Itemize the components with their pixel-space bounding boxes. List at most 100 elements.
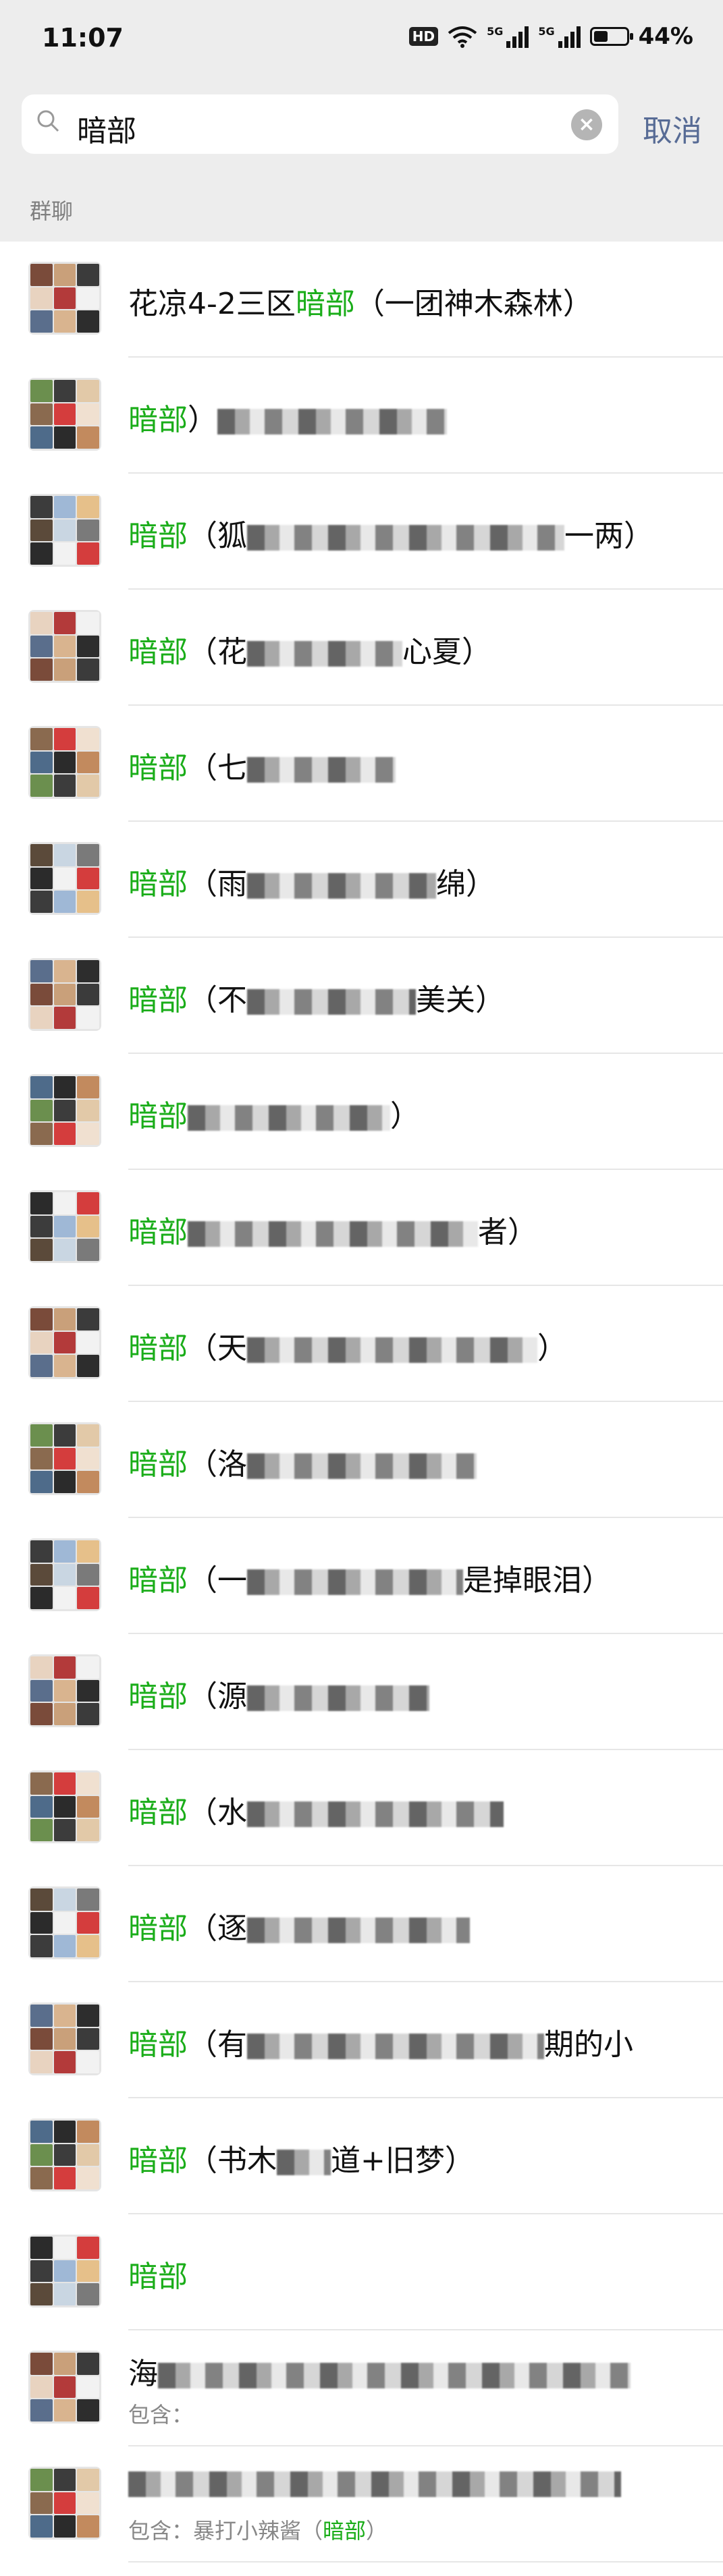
redacted-text: [247, 2034, 544, 2059]
status-bar: 11:07 HD 5G 5G 44%: [0, 0, 723, 80]
name-text: 期的小: [544, 2027, 633, 2062]
group-chat-row[interactable]: 暗部（不 美关）: [0, 938, 723, 1054]
group-name: 暗部（源: [128, 1672, 429, 1715]
name-text: （一: [188, 1563, 247, 1598]
match-highlight: 暗部: [128, 2144, 188, 2178]
match-highlight: 暗部: [128, 867, 188, 901]
name-text: 一两）: [564, 519, 653, 553]
section-label: 群聊: [30, 198, 74, 224]
member-match-text: 包含：: [128, 2402, 194, 2428]
name-text: （不: [188, 983, 247, 1017]
group-avatar: [28, 726, 101, 799]
match-highlight: 暗部: [295, 287, 355, 321]
name-text: （逐: [188, 1911, 247, 1946]
match-highlight: 暗部: [128, 1099, 188, 1133]
name-text: （花: [188, 635, 247, 669]
group-name: 暗部（不 美关）: [128, 976, 505, 1019]
name-text: 心夏）: [402, 635, 491, 669]
hd-voice-icon: HD: [408, 27, 439, 46]
battery-icon: [589, 27, 633, 46]
search-icon: [37, 110, 59, 132]
group-avatar: [28, 1190, 101, 1263]
name-text: 是掉眼泪）: [463, 1563, 612, 1598]
redacted-text: [247, 525, 564, 551]
match-highlight: 暗部: [128, 1331, 188, 1366]
redacted-text: [158, 2363, 631, 2388]
match-highlight: 暗部: [128, 1795, 188, 1830]
match-highlight: 暗部: [128, 2260, 188, 2294]
group-avatar: [28, 494, 101, 567]
group-chat-row[interactable]: 暗部（天 ）: [0, 1286, 723, 1402]
match-highlight: 暗部: [128, 519, 188, 553]
group-avatar: [28, 1306, 101, 1379]
search-query: 暗部: [77, 114, 136, 148]
search-results-list: 花凉4-2三区暗部（一团神木森林） 暗部） 暗部（狐 一两） 暗部（花 心夏） 暗部（七 暗部…: [0, 242, 723, 2563]
group-name: [128, 2465, 621, 2500]
group-avatar: [28, 1538, 101, 1611]
cancel-button[interactable]: 取消: [643, 107, 702, 150]
name-text: 海: [128, 2357, 158, 2391]
redacted-text: [247, 1685, 429, 1711]
group-name: 暗部（花 心夏）: [128, 627, 491, 671]
group-chat-row[interactable]: 暗部（水: [0, 1750, 723, 1866]
match-highlight: 暗部: [128, 1447, 188, 1482]
search-input[interactable]: 暗部 ×: [22, 94, 618, 154]
group-name: 暗部（逐: [128, 1904, 470, 1947]
group-chat-row[interactable]: 暗部（书木 道+旧梦）: [0, 2098, 723, 2214]
name-text: ）: [537, 1331, 567, 1366]
group-chat-row[interactable]: 暗部（花 心夏）: [0, 590, 723, 706]
wifi-icon: [448, 26, 477, 48]
battery-percent: 44%: [638, 23, 693, 50]
clock: 11:07: [42, 23, 124, 53]
name-text: （狐: [188, 519, 247, 553]
group-avatar: [28, 262, 101, 335]
group-chat-row[interactable]: 暗部（七: [0, 706, 723, 822]
group-chat-row[interactable]: 暗部（有 期的小: [0, 1982, 723, 2098]
group-name: 海: [128, 2349, 631, 2392]
name-text: 美关）: [416, 983, 505, 1017]
name-text: （一团神木森林）: [354, 287, 593, 321]
group-chat-row[interactable]: 暗部（洛: [0, 1402, 723, 1518]
clear-search-icon[interactable]: ×: [571, 109, 602, 140]
group-chat-row[interactable]: 花凉4-2三区暗部（一团神木森林）: [0, 242, 723, 358]
member-match-text: 包含：暴打小辣酱（暗部）: [128, 2518, 388, 2544]
group-name: 暗部（天 ）: [128, 1324, 567, 1367]
group-avatar: [28, 610, 101, 683]
redacted-text: [247, 1337, 537, 1363]
redacted-text: [188, 1105, 390, 1131]
redacted-text: [277, 2150, 331, 2175]
row-divider: [128, 2561, 723, 2563]
group-chat-row[interactable]: 海包含：: [0, 2330, 723, 2446]
group-chat-row[interactable]: 暗部（雨 绵）: [0, 822, 723, 938]
group-avatar: [28, 1886, 101, 1959]
cellular-signal-2-icon: 5G: [538, 25, 581, 48]
group-chat-row[interactable]: 暗部（源: [0, 1634, 723, 1750]
match-highlight: 暗部: [128, 403, 188, 437]
match-highlight: 暗部: [128, 1215, 188, 1250]
group-name: 暗部（七: [128, 744, 396, 787]
name-text: （七: [188, 751, 247, 785]
name-text: （书木: [188, 2144, 277, 2178]
redacted-text: [128, 2471, 621, 2497]
group-chat-row[interactable]: 暗部（逐: [0, 1866, 723, 1982]
match-highlight: 暗部: [128, 2027, 188, 2062]
group-chat-row[interactable]: 暗部: [0, 2214, 723, 2330]
name-text: （源: [188, 1679, 247, 1714]
group-chat-row[interactable]: 暗部）: [0, 358, 723, 474]
section-header-group-chats: 群聊: [0, 167, 723, 242]
redacted-text: [188, 1221, 478, 1247]
name-text: 花凉4-2三区: [128, 287, 296, 321]
search-bar: 暗部 × 取消: [0, 80, 723, 167]
group-chat-row[interactable]: 暗部（狐 一两）: [0, 474, 723, 590]
redacted-text: [247, 989, 416, 1015]
redacted-text: [247, 757, 396, 783]
group-avatar: [28, 1074, 101, 1147]
group-chat-row[interactable]: 暗部 者）: [0, 1170, 723, 1286]
redacted-text: [247, 641, 402, 667]
group-chat-row[interactable]: 包含：暴打小辣酱（暗部）: [0, 2446, 723, 2563]
group-avatar: [28, 2119, 101, 2191]
group-name: 暗部（狐 一两）: [128, 511, 653, 555]
group-chat-row[interactable]: 暗部（一 是掉眼泪）: [0, 1518, 723, 1634]
group-chat-row[interactable]: 暗部）: [0, 1054, 723, 1170]
group-name: 花凉4-2三区暗部（一团神木森林）: [128, 279, 593, 323]
